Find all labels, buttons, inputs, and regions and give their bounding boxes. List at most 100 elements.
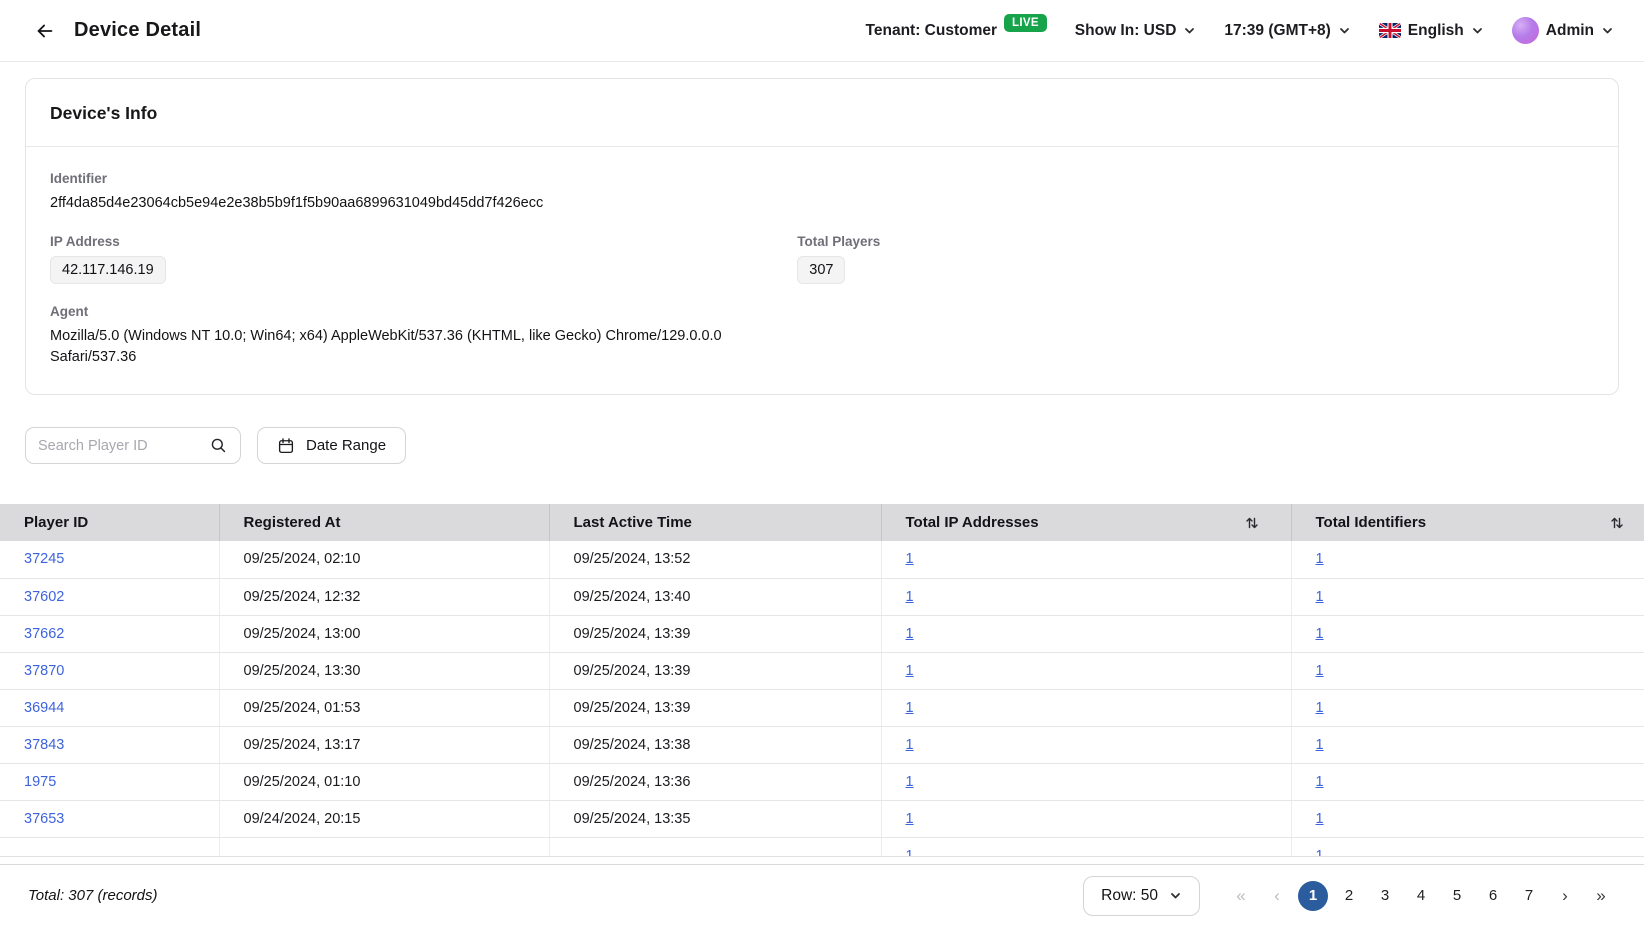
ip-address-chip: 42.117.146.19 [50,256,166,284]
last-active-cell: 09/25/2024, 13:40 [549,578,881,615]
page-button-7[interactable]: 7 [1514,881,1544,911]
table-row: 37245 09/25/2024, 02:10 09/25/2024, 13:5… [0,541,1644,578]
live-badge: LIVE [1004,14,1047,32]
registered-at-cell: 09/25/2024, 01:53 [219,689,549,726]
total-identifiers-link[interactable]: 1 [1316,774,1324,790]
last-active-cell: 09/25/2024, 13:39 [549,615,881,652]
tenant-label: Tenant: Customer [866,22,997,40]
avatar [1512,17,1539,44]
page-button-2[interactable]: 2 [1334,881,1364,911]
admin-user-menu[interactable]: Admin [1512,17,1614,44]
filters-row: Date Range [25,427,1619,464]
last-page-button[interactable]: » [1586,881,1616,911]
date-range-label: Date Range [306,437,386,454]
table-row: 37653 09/24/2024, 20:15 09/25/2024, 13:3… [0,800,1644,837]
page-button-3[interactable]: 3 [1370,881,1400,911]
registered-at-cell: 09/25/2024, 13:00 [219,615,549,652]
tenant-indicator: Tenant: Customer LIVE [866,22,1047,40]
table-body: 37245 09/25/2024, 02:10 09/25/2024, 13:5… [0,541,1644,857]
registered-at-cell: 09/25/2024, 13:17 [219,726,549,763]
prev-page-button[interactable]: ‹ [1262,881,1292,911]
chevron-down-icon [1471,24,1484,37]
last-active-cell: 09/25/2024, 13:39 [549,652,881,689]
player-id-link[interactable]: 36944 [24,700,64,716]
row-count-select[interactable]: Row: 50 [1083,876,1200,916]
total-ips-link[interactable]: 1 [906,700,914,716]
ip-address-label: IP Address [50,234,797,249]
table-header-row: Player ID Registered At Last Active Time… [0,504,1644,541]
ip-address-field: IP Address 42.117.146.19 [50,234,797,284]
language-dropdown[interactable]: English [1379,22,1484,40]
last-active-cell: 09/25/2024, 13:39 [549,689,881,726]
column-header-total-identifiers[interactable]: Total Identifiers [1291,504,1644,541]
total-identifiers-link[interactable]: 1 [1316,626,1324,642]
total-ips-link[interactable]: 1 [906,551,914,567]
timezone-dropdown[interactable]: 17:39 (GMT+8) [1224,22,1350,40]
total-identifiers-link[interactable]: 1 [1316,551,1324,567]
search-box [25,427,241,464]
total-identifiers-link[interactable]: 1 [1316,589,1324,605]
chevron-down-icon [1169,889,1182,902]
pagination-pages: 1234567 [1298,881,1544,911]
calendar-icon [277,437,295,455]
total-ips-link[interactable]: 1 [906,811,914,827]
search-input[interactable] [38,438,209,454]
back-button[interactable] [30,16,60,46]
registered-at-cell: 09/25/2024, 02:10 [219,541,549,578]
first-page-button[interactable]: « [1226,881,1256,911]
date-range-button[interactable]: Date Range [257,427,406,464]
row-count-label: Row: 50 [1101,887,1158,905]
total-identifiers-link[interactable]: 1 [1316,737,1324,753]
registered-at-cell: 09/24/2024, 20:15 [219,800,549,837]
card-body: Identifier 2ff4da85d4e23064cb5e94e2e38b5… [26,147,1618,394]
sort-icon[interactable] [1608,514,1626,532]
total-identifiers-link[interactable]: 1 [1316,663,1324,679]
total-ips-link[interactable]: 1 [906,737,914,753]
player-id-link[interactable]: 1975 [24,774,56,790]
total-ips-link[interactable]: 1 [906,626,914,642]
last-active-cell: 09/25/2024, 13:35 [549,800,881,837]
identifier-value: 2ff4da85d4e23064cb5e94e2e38b5b9f1f5b90aa… [50,193,1594,214]
last-active-cell: 09/25/2024, 13:36 [549,763,881,800]
total-players-chip: 307 [797,256,845,284]
pagination: « ‹ 1234567 › » [1226,881,1616,911]
page-button-5[interactable]: 5 [1442,881,1472,911]
uk-flag-icon [1379,23,1401,38]
page-button-1[interactable]: 1 [1298,881,1328,911]
agent-label: Agent [50,304,1594,319]
agent-value: Mozilla/5.0 (Windows NT 10.0; Win64; x64… [50,326,785,368]
identifier-label: Identifier [50,171,1594,186]
total-identifiers-link[interactable]: 1 [1316,700,1324,716]
total-records-text: Total: 307 (records) [28,887,158,904]
table-row: 37843 09/25/2024, 13:17 09/25/2024, 13:3… [0,726,1644,763]
player-id-link[interactable]: 37653 [24,811,64,827]
total-identifiers-link[interactable]: 1 [1316,811,1324,827]
total-ips-link[interactable]: 1 [906,663,914,679]
player-id-link[interactable]: 37245 [24,551,64,567]
page-button-6[interactable]: 6 [1478,881,1508,911]
search-icon [209,436,228,455]
topbar-right: Tenant: Customer LIVE Show In: USD 17:39… [866,17,1614,44]
total-ips-link[interactable]: 1 [906,774,914,790]
player-id-link[interactable]: 37662 [24,626,64,642]
player-id-link[interactable]: 37843 [24,737,64,753]
table-row: 37602 09/25/2024, 12:32 09/25/2024, 13:4… [0,578,1644,615]
total-identifiers-link[interactable]: 1 [1316,848,1324,858]
column-header-total-ip-addresses[interactable]: Total IP Addresses [881,504,1291,541]
registered-at-cell: 09/25/2024, 12:32 [219,578,549,615]
players-table: Player ID Registered At Last Active Time… [0,504,1644,857]
total-players-label: Total Players [797,234,1594,249]
next-page-button[interactable]: › [1550,881,1580,911]
total-ips-link[interactable]: 1 [906,589,914,605]
device-info-card: Device's Info Identifier 2ff4da85d4e2306… [25,78,1619,395]
total-ips-link[interactable]: 1 [906,848,914,858]
player-id-link[interactable]: 37870 [24,663,64,679]
player-id-link[interactable]: 37602 [24,589,64,605]
column-header-last-active-time: Last Active Time [549,504,881,541]
page-button-4[interactable]: 4 [1406,881,1436,911]
show-in-currency-dropdown[interactable]: Show In: USD [1075,22,1197,40]
user-label: Admin [1546,22,1594,40]
sort-icon[interactable] [1243,514,1261,532]
card-title: Device's Info [26,79,1618,147]
last-active-cell: 09/25/2024, 13:38 [549,726,881,763]
